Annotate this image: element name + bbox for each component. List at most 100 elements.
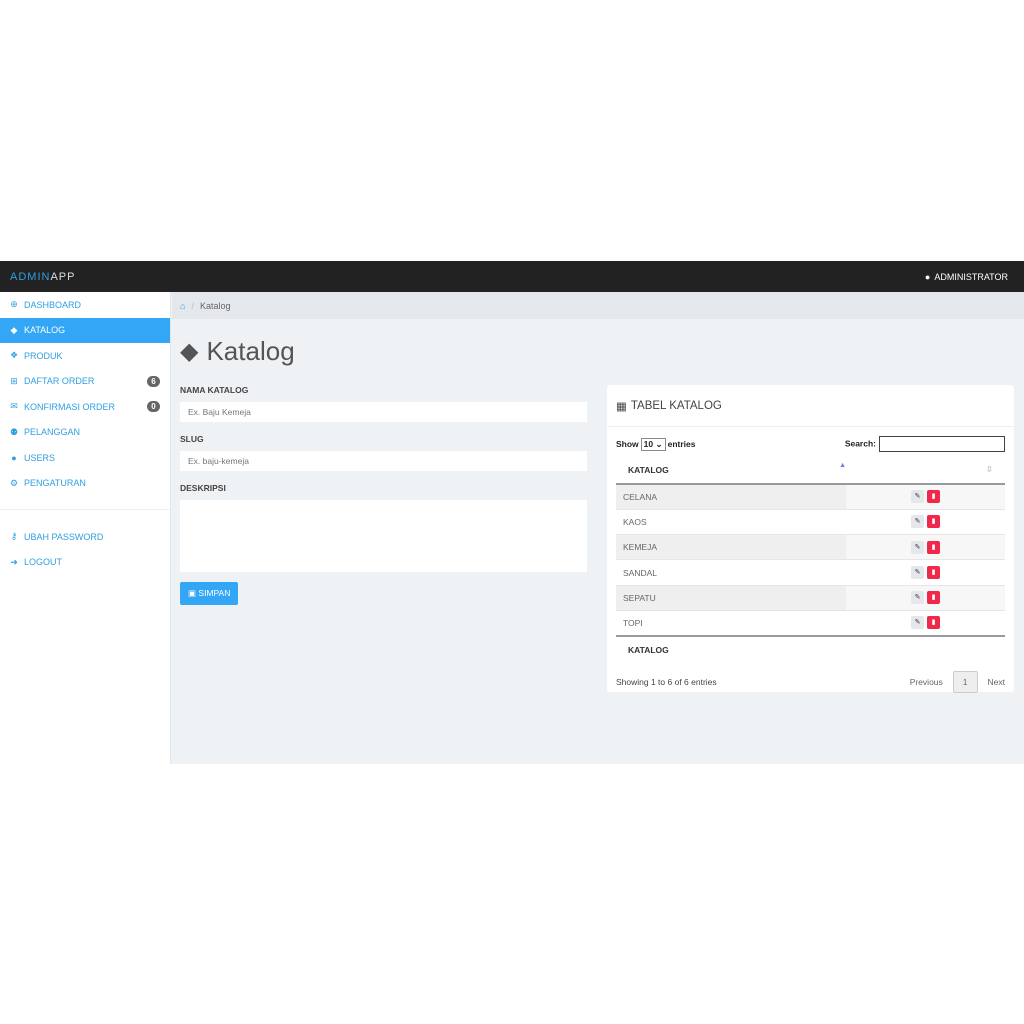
delete-button[interactable]: ▮: [927, 515, 940, 529]
breadcrumb-current: Katalog: [199, 300, 231, 311]
user-icon: ●: [924, 271, 931, 282]
cogs-icon: ⚙: [9, 477, 19, 488]
actions-cell: ✎ ▮: [846, 584, 1005, 611]
sidebar-item-label: PRODUK: [24, 350, 63, 361]
column-header-label: KATALOG: [628, 464, 669, 475]
brand-part1: ADMIN: [10, 270, 51, 283]
show-label: Show: [616, 438, 639, 449]
sidebar-item-label: DASHBOARD: [24, 299, 82, 310]
column-header-katalog[interactable]: KATALOG ▲: [616, 456, 846, 485]
pagination: Previous 1 Next: [910, 670, 1005, 693]
sidebar-item-pengaturan[interactable]: ⚙ PENGATURAN: [0, 471, 170, 497]
user-icon: ●: [11, 452, 17, 463]
page-title: ◆ Katalog: [180, 336, 295, 367]
actions-cell: ✎ ▮: [846, 609, 1005, 636]
sidebar-item-ubah-password[interactable]: ⚷ UBAH PASSWORD: [0, 524, 170, 550]
users-icon: ⚉: [9, 426, 19, 437]
home-icon[interactable]: ⌂: [180, 301, 185, 311]
sidebar-item-label: PENGATURAN: [24, 478, 86, 489]
sidebar-item-katalog[interactable]: ◆ KATALOG: [0, 317, 170, 343]
breadcrumb: ⌂ / Katalog: [172, 292, 1024, 319]
next-button[interactable]: Next: [988, 677, 1005, 687]
actions-cell: ✎ ▮: [846, 534, 1005, 560]
sidebar-item-label: UBAH PASSWORD: [24, 531, 104, 542]
brand-logo[interactable]: ADMINAPP: [10, 271, 75, 283]
katalog-cell: TOPI: [616, 609, 846, 636]
delete-button[interactable]: ▮: [927, 616, 940, 630]
search-input[interactable]: [879, 436, 1005, 452]
sign-out-icon: ➜: [10, 556, 18, 567]
sort-asc-icon: ▲: [839, 462, 846, 469]
nama-katalog-input[interactable]: Ex. Baju Kemeja: [180, 402, 587, 422]
katalog-cell: CELANA: [616, 483, 846, 510]
breadcrumb-separator: /: [191, 300, 194, 311]
sidebar-item-dashboard[interactable]: ⊕ DASHBOARD: [0, 292, 170, 318]
sidebar-item-pelanggan[interactable]: ⚉ PELANGGAN: [0, 420, 170, 446]
sidebar-item-label: KATALOG: [24, 325, 66, 336]
page-title-text: Katalog: [206, 336, 295, 366]
panel-title: TABEL KATALOG: [630, 399, 722, 412]
entries-select[interactable]: 10 ⌄: [640, 437, 666, 451]
cart-icon: ⊞: [10, 375, 18, 386]
delete-button[interactable]: ▮: [927, 490, 940, 504]
edit-button[interactable]: ✎: [911, 540, 924, 554]
sidebar-item-label: DAFTAR ORDER: [24, 376, 95, 387]
simpan-button[interactable]: ▣ SIMPAN: [180, 582, 239, 605]
table-info: Showing 1 to 6 of 6 entries: [616, 676, 717, 687]
edit-button[interactable]: ✎: [911, 591, 924, 605]
user-menu[interactable]: ● ADMINISTRATOR: [925, 272, 1008, 282]
table-row: KAOS ✎ ▮: [616, 508, 1005, 535]
sidebar-item-label: KONFIRMASI ORDER: [24, 401, 116, 412]
top-navbar: ADMINAPP ● ADMINISTRATOR: [0, 261, 1024, 292]
edit-button[interactable]: ✎: [911, 490, 924, 504]
actions-cell: ✎ ▮: [846, 483, 1005, 510]
edit-button[interactable]: ✎: [911, 566, 924, 580]
deskripsi-textarea[interactable]: [180, 500, 587, 572]
envelope-icon: ✉: [10, 401, 18, 412]
katalog-table: KATALOG ▲ ⇳ CELANA ✎ ▮ KAOS ✎ ▮ KEMEJA ✎ ▮ SANDAL ✎ ▮…: [616, 456, 1005, 663]
tabel-katalog-panel: ▦ TABEL KATALOG Show 10 ⌄ entries Search: K…: [607, 385, 1014, 693]
deskripsi-label: DESKRIPSI: [180, 483, 226, 493]
tags-icon: ◆: [180, 338, 199, 365]
sidebar-item-daftar-order[interactable]: ⊞ DAFTAR ORDER 6: [0, 369, 170, 395]
page-1-button[interactable]: 1: [952, 670, 978, 693]
sidebar: ⊕ DASHBOARD ◆ KATALOG ❖ PRODUK ⊞ DAFTAR ORDER 6 ✉…: [0, 292, 171, 764]
sidebar-item-konfirmasi-order[interactable]: ✉ KONFIRMASI ORDER 0: [0, 394, 170, 420]
simpan-label: SIMPAN: [198, 588, 231, 598]
delete-button[interactable]: ▮: [927, 540, 940, 554]
column-header-actions[interactable]: ⇳: [846, 456, 1005, 485]
sort-icon: ⇳: [985, 464, 993, 474]
sidebar-item-label: PELANGGAN: [24, 427, 81, 438]
edit-button[interactable]: ✎: [911, 515, 924, 529]
dashboard-icon: ⊕: [10, 299, 18, 310]
delete-button[interactable]: ▮: [927, 566, 940, 580]
sidebar-item-users[interactable]: ● USERS: [0, 445, 170, 471]
table-row: SANDAL ✎ ▮: [616, 559, 1005, 586]
entries-value: 10: [643, 438, 654, 449]
key-icon: ⚷: [10, 531, 18, 542]
sidebar-item-logout[interactable]: ➜ LOGOUT: [0, 550, 170, 576]
user-name: ADMINISTRATOR: [934, 271, 1008, 282]
slug-input[interactable]: Ex. baju-kemeja: [180, 451, 587, 471]
slug-label: SLUG: [180, 434, 204, 444]
sidebar-item-produk[interactable]: ❖ PRODUK: [0, 343, 170, 369]
sidebar-divider: [0, 509, 170, 510]
katalog-cell: KEMEJA: [616, 534, 846, 560]
cubes-icon: ❖: [9, 350, 19, 361]
actions-cell: ✎ ▮: [846, 559, 1005, 586]
delete-button[interactable]: ▮: [927, 591, 940, 605]
column-footer-katalog: KATALOG: [616, 634, 1005, 663]
previous-button[interactable]: Previous: [910, 677, 943, 687]
table-icon: ▦: [616, 400, 627, 413]
edit-button[interactable]: ✎: [911, 616, 924, 630]
count-badge: 0: [147, 401, 160, 413]
nama-katalog-label: NAMA KATALOG: [180, 385, 249, 395]
count-badge: 6: [147, 375, 160, 387]
katalog-form: NAMA KATALOG Ex. Baju Kemeja SLUG Ex. ba…: [180, 385, 587, 605]
app: ADMINAPP ● ADMINISTRATOR ⊕ DASHBOARD ◆ KATAL…: [0, 261, 1024, 764]
katalog-cell: SANDAL: [616, 559, 846, 586]
entries-label: entries: [667, 438, 696, 449]
table-row: SEPATU ✎ ▮: [616, 584, 1005, 611]
katalog-cell: KAOS: [616, 508, 846, 535]
save-icon: ▣: [188, 588, 197, 598]
